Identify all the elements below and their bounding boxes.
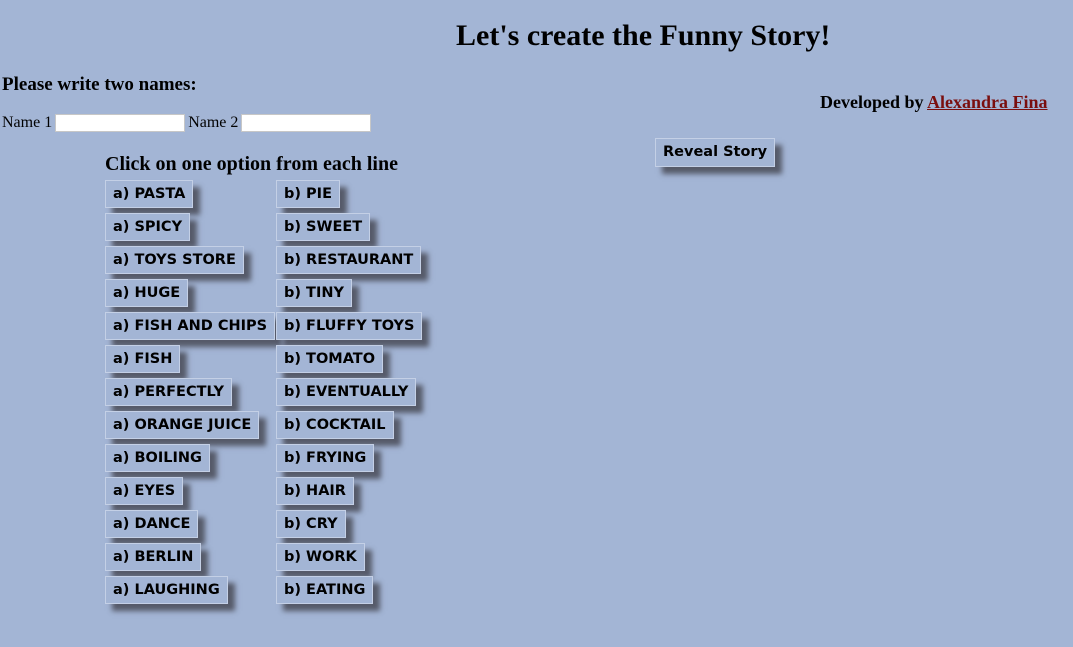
instructions-heading: Click on one option from each line	[105, 153, 398, 175]
name2-label: Name 2	[188, 114, 239, 131]
option-a-button[interactable]: a) HUGE	[105, 279, 189, 307]
option-b-button[interactable]: b) FLUFFY TOYS	[276, 312, 423, 340]
option-b-button[interactable]: b) EVENTUALLY	[276, 378, 417, 406]
names-heading: Please write two names:	[2, 74, 197, 95]
option-b-button[interactable]: b) CRY	[276, 510, 346, 538]
option-b-button[interactable]: b) TINY	[276, 279, 352, 307]
option-a-button[interactable]: a) EYES	[105, 477, 184, 505]
option-b-button[interactable]: b) PIE	[276, 180, 340, 208]
option-b-button[interactable]: b) WORK	[276, 543, 365, 571]
name-fields-row: Name 1 Name 2	[2, 114, 374, 132]
option-b-button[interactable]: b) RESTAURANT	[276, 246, 422, 274]
option-a-button[interactable]: a) BERLIN	[105, 543, 202, 571]
developer-prefix: Developed by	[820, 92, 924, 112]
option-a-button[interactable]: a) TOYS STORE	[105, 246, 244, 274]
option-a-button[interactable]: a) FISH AND CHIPS	[105, 312, 276, 340]
developer-credit: Developed by Alexandra Fina	[820, 92, 1048, 113]
option-a-button[interactable]: a) LAUGHING	[105, 576, 228, 604]
option-a-button[interactable]: a) DANCE	[105, 510, 199, 538]
reveal-story-button[interactable]: Reveal Story	[655, 138, 776, 167]
option-b-button[interactable]: b) EATING	[276, 576, 374, 604]
developer-link[interactable]: Alexandra Fina	[927, 92, 1048, 112]
name1-label: Name 1	[2, 114, 53, 131]
option-a-button[interactable]: a) BOILING	[105, 444, 210, 472]
option-a-button[interactable]: a) FISH	[105, 345, 181, 373]
page-title: Let's create the Funny Story!	[456, 19, 831, 52]
option-a-button[interactable]: a) PASTA	[105, 180, 194, 208]
option-b-button[interactable]: b) HAIR	[276, 477, 354, 505]
name2-input[interactable]	[241, 114, 372, 132]
option-b-button[interactable]: b) FRYING	[276, 444, 375, 472]
name1-input[interactable]	[55, 114, 186, 132]
option-a-button[interactable]: a) SPICY	[105, 213, 191, 241]
option-b-button[interactable]: b) SWEET	[276, 213, 371, 241]
option-b-button[interactable]: b) TOMATO	[276, 345, 384, 373]
option-a-button[interactable]: a) PERFECTLY	[105, 378, 232, 406]
option-b-button[interactable]: b) COCKTAIL	[276, 411, 394, 439]
option-a-button[interactable]: a) ORANGE JUICE	[105, 411, 260, 439]
